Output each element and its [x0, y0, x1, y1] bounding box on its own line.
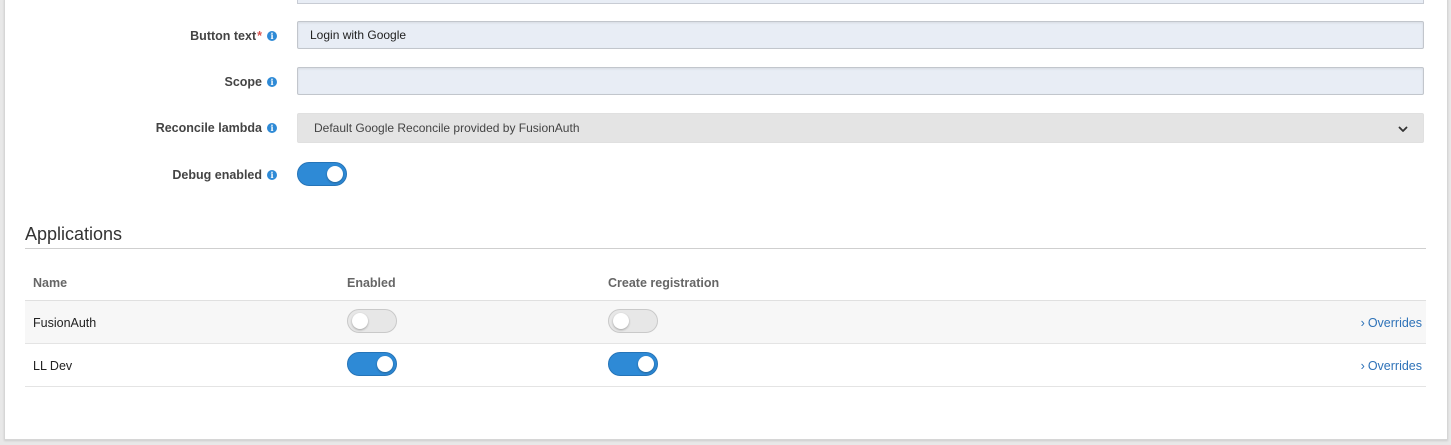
previous-field-input[interactable] [297, 0, 1424, 4]
info-icon[interactable]: i [267, 170, 277, 180]
button-text-label-wrap: Button text * i [190, 21, 277, 51]
debug-enabled-row: Debug enabled i [5, 160, 1449, 190]
toggle-knob [638, 356, 654, 372]
enabled-toggle[interactable] [347, 309, 397, 333]
debug-enabled-label: Debug enabled [172, 168, 262, 182]
create-registration-toggle[interactable] [608, 352, 658, 376]
application-name: LL Dev [33, 359, 73, 373]
section-divider [25, 248, 1426, 249]
scope-row: Scope i [5, 67, 1449, 97]
overrides-label: Overrides [1367, 316, 1422, 330]
table-header: Name Enabled Create registration [25, 270, 1426, 301]
toggle-knob [327, 166, 343, 182]
application-name: FusionAuth [33, 316, 97, 330]
table-row: LL Dev › Overrides [25, 344, 1426, 387]
chevron-right-icon: › [1360, 359, 1365, 373]
info-icon[interactable]: i [267, 77, 277, 87]
scope-label-wrap: Scope i [224, 67, 277, 97]
chevron-right-icon: › [1360, 316, 1365, 330]
toggle-knob [613, 313, 629, 329]
debug-enabled-toggle[interactable] [297, 162, 347, 186]
reconcile-lambda-selected: Default Google Reconcile provided by Fus… [314, 121, 580, 135]
enabled-toggle[interactable] [347, 352, 397, 376]
table-row: FusionAuth › Overrides [25, 301, 1426, 344]
debug-enabled-label-wrap: Debug enabled i [172, 160, 277, 190]
button-text-label: Button text [190, 29, 257, 43]
chevron-down-icon [1398, 126, 1408, 132]
toggle-knob [352, 313, 368, 329]
reconcile-lambda-row: Reconcile lambda i Default Google Reconci… [5, 113, 1449, 143]
applications-heading: Applications [25, 224, 123, 244]
reconcile-lambda-label: Reconcile lambda [155, 121, 262, 135]
column-name: Name [33, 276, 68, 290]
column-create-registration: Create registration [608, 276, 720, 290]
create-registration-toggle[interactable] [608, 309, 658, 333]
scope-input[interactable] [297, 67, 1424, 95]
info-icon[interactable]: i [267, 123, 277, 133]
identity-provider-panel: Button text*i Scopei Reconcile lambdai D… [4, 0, 1448, 440]
reconcile-lambda-select[interactable]: Default Google Reconcile provided by Fus… [297, 113, 1424, 143]
applications-table: Name Enabled Create registration FusionA… [25, 270, 1426, 387]
required-mark: * [257, 29, 262, 43]
toggle-knob [377, 356, 393, 372]
overrides-link[interactable]: › Overrides [1361, 316, 1422, 330]
reconcile-lambda-label-wrap: Reconcile lambda i [156, 113, 277, 143]
info-icon[interactable]: i [267, 31, 277, 41]
button-text-input[interactable] [297, 21, 1424, 49]
scope-label: Scope [224, 75, 262, 89]
overrides-label: Overrides [1367, 359, 1422, 373]
column-enabled: Enabled [347, 276, 396, 290]
overrides-link[interactable]: › Overrides [1361, 359, 1422, 373]
button-text-row: Button text * i [5, 21, 1449, 51]
